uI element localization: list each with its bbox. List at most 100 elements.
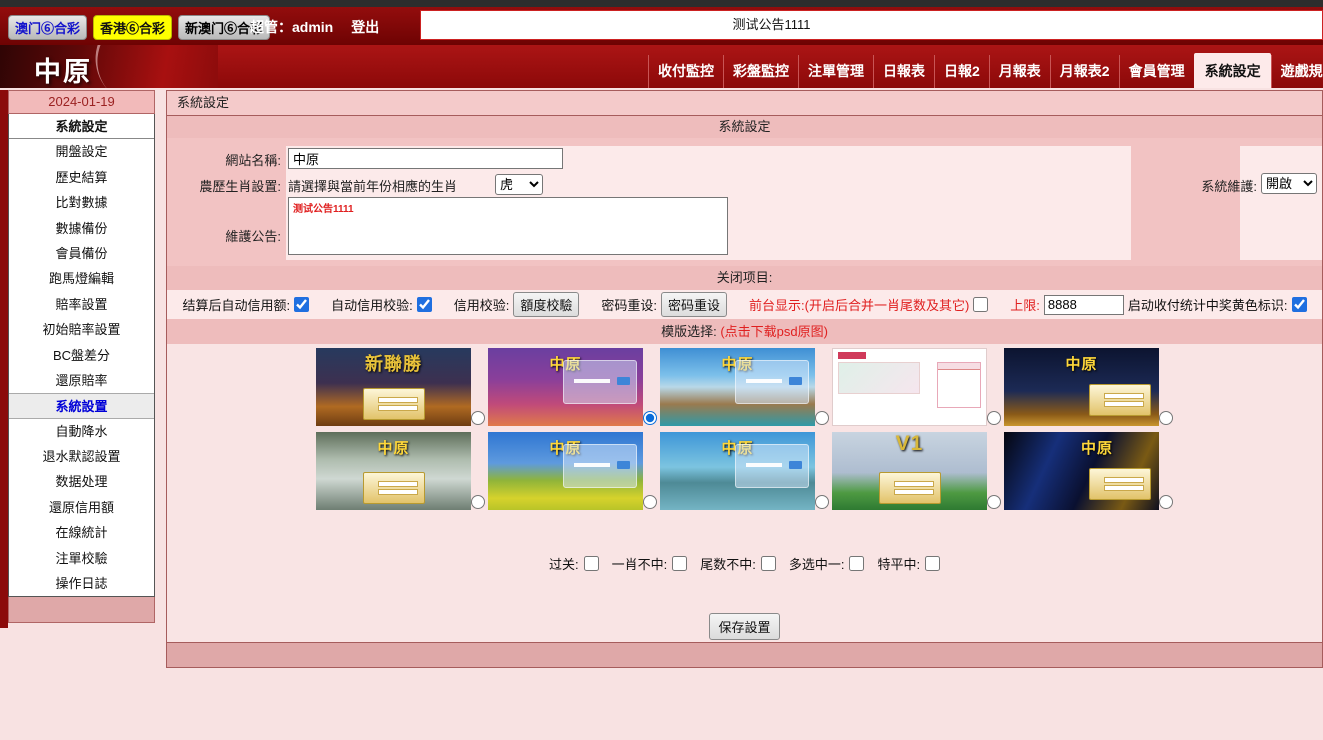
form-right-panel — [1240, 146, 1322, 260]
upper-limit-label: 上限: — [1010, 295, 1040, 314]
sidebar-item-系統設定[interactable]: 系統設定 — [9, 114, 154, 139]
game-button-香港⑥合彩[interactable]: 香港⑥合彩 — [93, 15, 172, 40]
front-display-checkbox[interactable] — [973, 297, 988, 312]
auto-credit-check-checkbox[interactable] — [417, 297, 432, 312]
game-switcher: 澳门⑥合彩香港⑥合彩新澳门⑥合彩 — [8, 15, 270, 40]
template-title: V1 — [832, 432, 987, 456]
template-cell-9: V1 — [832, 432, 1001, 510]
tab-會員管理[interactable]: 會員管理 — [1119, 55, 1194, 88]
tab-遊戲規則[interactable]: 遊戲規則 — [1271, 55, 1323, 88]
tab-注單管理[interactable]: 注單管理 — [798, 55, 873, 88]
notice-label: 維護公告: — [167, 226, 281, 245]
template-radio-2[interactable] — [643, 411, 657, 425]
section-title: 系統設定 — [167, 116, 1322, 138]
tab-收付監控[interactable]: 收付監控 — [648, 55, 723, 88]
template-cell-6: 中原 — [316, 432, 485, 510]
save-settings-button[interactable]: 保存設置 — [709, 613, 779, 640]
template-cell-7: 中原 — [488, 432, 657, 510]
announcement-text: 测试公告1111 — [732, 17, 810, 32]
sidebar-item-還原賠率[interactable]: 還原賠率 — [9, 368, 154, 393]
template-radio-3[interactable] — [815, 411, 829, 425]
classic-logo — [838, 352, 866, 359]
template-radio-8[interactable] — [815, 495, 829, 509]
sidebar-menu: 系統設定開盤設定歷史結算比對數據數據備份會員備份跑馬燈編輯賠率設置初始賠率設置B… — [8, 114, 155, 597]
template-radio-5[interactable] — [1159, 411, 1173, 425]
sidebar-item-数据处理[interactable]: 数据处理 — [9, 469, 154, 494]
template-cell-5: 中原 — [1004, 348, 1173, 426]
pwd-reset-button[interactable]: 密码重设 — [661, 292, 727, 317]
notice-textarea[interactable]: 测试公告1111 — [288, 197, 728, 255]
pass-option-checkbox-4[interactable] — [849, 556, 864, 571]
template-radio-7[interactable] — [643, 495, 657, 509]
login-box-preview — [1089, 468, 1151, 500]
yellow-mark-checkbox[interactable] — [1292, 297, 1307, 312]
template-thumbnail-8: 中原 — [660, 432, 815, 510]
top-bar: 澳门⑥合彩香港⑥合彩新澳门⑥合彩 超管：admin 登出 测试公告1111 — [0, 7, 1323, 45]
pass-option-checkbox-5[interactable] — [925, 556, 940, 571]
upper-limit-input[interactable] — [1044, 295, 1124, 315]
tab-系統設定[interactable]: 系統設定 — [1194, 53, 1271, 88]
zodiac-select[interactable]: 虎 — [495, 174, 543, 195]
site-logo: 中原 — [34, 50, 92, 88]
template-row-2: 中原中原中原V1中原 — [167, 432, 1322, 510]
tab-日報表[interactable]: 日報表 — [873, 55, 934, 88]
sidebar-item-初始賠率設置[interactable]: 初始賠率設置 — [9, 317, 154, 342]
template-cell-8: 中原 — [660, 432, 829, 510]
classic-form — [937, 362, 981, 408]
sidebar-item-自動降水[interactable]: 自動降水 — [9, 419, 154, 444]
sidebar-item-歷史結算[interactable]: 歷史結算 — [9, 165, 154, 190]
template-radio-1[interactable] — [471, 411, 485, 425]
sidebar-item-開盤設定[interactable]: 開盤設定 — [9, 139, 154, 164]
template-radio-4[interactable] — [987, 411, 1001, 425]
sidebar-item-數據備份[interactable]: 數據備份 — [9, 216, 154, 241]
admin-label: 超管：admin — [250, 17, 333, 37]
content-footer-bar — [167, 642, 1322, 667]
sidebar-item-操作日誌[interactable]: 操作日誌 — [9, 571, 154, 596]
settings-form: 網站名稱: 農歷生肖設置: 請選擇與當前年份相應的生肖 虎 維護公告: 测试公告… — [167, 138, 1322, 266]
pass-option-checkbox-2[interactable] — [672, 556, 687, 571]
template-radio-9[interactable] — [987, 495, 1001, 509]
sidebar-item-跑馬燈編輯[interactable]: 跑馬燈編輯 — [9, 266, 154, 291]
sidebar-item-會員備份[interactable]: 會員備份 — [9, 241, 154, 266]
sidebar-item-BC盤差分[interactable]: BC盤差分 — [9, 343, 154, 368]
tab-彩盤監控[interactable]: 彩盤監控 — [723, 55, 798, 88]
login-box-preview — [563, 360, 637, 404]
tab-月報表2[interactable]: 月報表2 — [1050, 55, 1119, 88]
template-radio-6[interactable] — [471, 495, 485, 509]
content-panel: 系統設定 系統設定 網站名稱: 農歷生肖設置: 請選擇與當前年份相應的生肖 虎 … — [166, 90, 1323, 668]
sidebar-item-賠率設置[interactable]: 賠率設置 — [9, 292, 154, 317]
template-thumbnail-5: 中原 — [1004, 348, 1159, 426]
tab-月報表[interactable]: 月報表 — [989, 55, 1050, 88]
sidebar-item-系統設置[interactable]: 系統設置 — [9, 393, 154, 418]
auto-credit-checkbox[interactable] — [294, 297, 309, 312]
template-row-1: 新聯勝中原中原中原 — [167, 348, 1322, 426]
template-thumbnail-7: 中原 — [488, 432, 643, 510]
credit-check-button[interactable]: 額度校驗 — [513, 292, 579, 317]
template-thumbnail-1: 新聯勝 — [316, 348, 471, 426]
pass-option-label-5: 特平中: — [877, 554, 920, 573]
tab-日報2[interactable]: 日報2 — [934, 55, 989, 88]
pass-option-checkbox-1[interactable] — [584, 556, 599, 571]
template-title: 中原 — [1020, 437, 1160, 458]
login-box-preview — [363, 472, 425, 504]
game-button-澳门⑥合彩[interactable]: 澳门⑥合彩 — [8, 15, 87, 40]
template-title: 中原 — [316, 437, 471, 458]
login-box-preview — [363, 388, 425, 420]
site-name-label: 網站名稱: — [167, 150, 281, 169]
breadcrumb: 系統設定 — [167, 91, 1322, 116]
sidebar-item-還原信用額[interactable]: 還原信用額 — [9, 495, 154, 520]
site-name-input[interactable] — [288, 148, 563, 169]
logout-link[interactable]: 登出 — [351, 17, 379, 37]
psd-download-link[interactable]: (点击下载psd原图) — [720, 324, 828, 339]
sidebar-item-比對數據[interactable]: 比對數據 — [9, 190, 154, 215]
maintenance-select[interactable]: 開啟 — [1261, 173, 1317, 194]
sidebar-item-在線統計[interactable]: 在線統計 — [9, 520, 154, 545]
auto-credit-label: 结算后自动信用额: — [182, 295, 290, 314]
template-thumbnail-3: 中原 — [660, 348, 815, 426]
sidebar-item-注單校驗[interactable]: 注單校驗 — [9, 546, 154, 571]
template-thumbnail-6: 中原 — [316, 432, 471, 510]
sidebar-item-退水默認設置[interactable]: 退水默認設置 — [9, 444, 154, 469]
pass-option-checkbox-3[interactable] — [761, 556, 776, 571]
template-thumbnail-2: 中原 — [488, 348, 643, 426]
template-radio-10[interactable] — [1159, 495, 1173, 509]
